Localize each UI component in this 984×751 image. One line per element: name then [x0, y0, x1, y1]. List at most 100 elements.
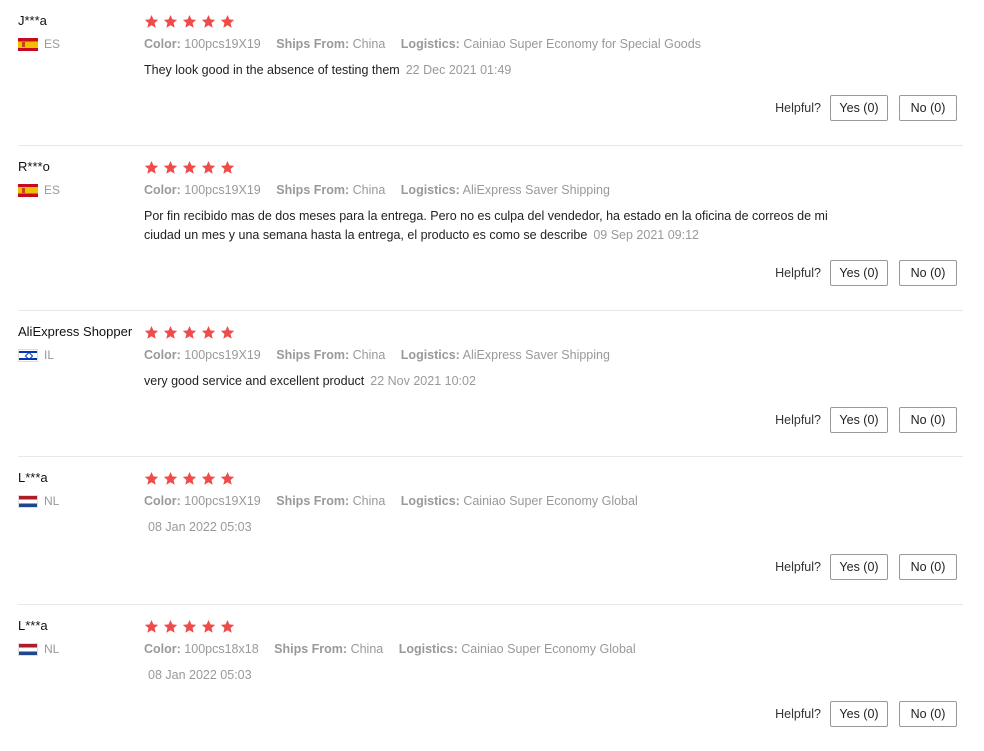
helpful-no-button[interactable]: No (0) [899, 95, 957, 121]
helpful-vote: Helpful? Yes (0) No (0) [775, 554, 957, 580]
review-text: very good service and excellent product 2… [144, 372, 864, 391]
review-text: Por fin recibido mas de dos meses para l… [144, 207, 864, 245]
review-content: Color: 100pcs18x18 Ships From: China Log… [144, 617, 864, 685]
order-info: Color: 100pcs19X19 Ships From: China Log… [144, 347, 864, 363]
helpful-label: Helpful? [775, 101, 821, 115]
star-icon [182, 14, 197, 28]
review-item: L***a NL Color: 100pcs18x18 Ships From: … [18, 605, 963, 751]
review-item: R***o ES Color: 100pcs19X19 Ships From: … [18, 146, 963, 311]
logistics-label: Logistics: [400, 37, 460, 51]
reviewer-name: L***a [18, 618, 48, 633]
review-text: They look good in the absence of testing… [144, 61, 864, 80]
star-icon [163, 160, 178, 174]
order-info: Color: 100pcs19X19 Ships From: China Log… [144, 182, 864, 198]
logistics-label: Logistics: [400, 183, 460, 197]
netherlands-flag-icon [18, 494, 38, 508]
star-icon [201, 325, 216, 339]
star-icon [201, 619, 216, 633]
order-info: Color: 100pcs19X19 Ships From: China Log… [144, 36, 864, 52]
review-date: 22 Nov 2021 10:02 [370, 374, 476, 388]
reviewer-country: ES [18, 37, 143, 51]
reviewer-name: R***o [18, 159, 50, 174]
ships-from-value: China [352, 348, 386, 362]
logistics-value: Cainiao Super Economy for Special Goods [463, 37, 701, 51]
review-content: Color: 100pcs19X19 Ships From: China Log… [144, 323, 864, 391]
logistics-label: Logistics: [400, 348, 460, 362]
star-icon [220, 160, 235, 174]
reviewer-country: NL [18, 642, 143, 656]
order-info: Color: 100pcs19X19 Ships From: China Log… [144, 493, 864, 509]
logistics-label: Logistics: [400, 494, 460, 508]
country-code: IL [44, 348, 55, 362]
country-code: NL [44, 494, 60, 508]
ships-from-label: Ships From: [276, 348, 350, 362]
star-rating [144, 323, 864, 341]
color-label: Color: [144, 348, 181, 362]
logistics-value: AliExpress Saver Shipping [462, 183, 610, 197]
review-content: Color: 100pcs19X19 Ships From: China Log… [144, 469, 864, 537]
helpful-yes-button[interactable]: Yes (0) [830, 260, 888, 286]
star-icon [144, 471, 159, 485]
helpful-vote: Helpful? Yes (0) No (0) [775, 260, 957, 286]
star-icon [144, 160, 159, 174]
reviewer-country: ES [18, 183, 143, 197]
helpful-label: Helpful? [775, 560, 821, 574]
ships-from-label: Ships From: [276, 183, 350, 197]
reviewer-name: L***a [18, 470, 48, 485]
reviewer-name: AliExpress Shopper [18, 324, 133, 339]
review-text: 08 Jan 2022 05:03 [144, 518, 864, 537]
helpful-yes-button[interactable]: Yes (0) [830, 95, 888, 121]
scrollbar[interactable] [964, 0, 984, 751]
helpful-vote: Helpful? Yes (0) No (0) [775, 407, 957, 433]
star-icon [144, 14, 159, 28]
review-list: J***a ES Color: 100pcs19X19 Ships From: … [18, 0, 963, 751]
ships-from-value: China [350, 642, 384, 656]
star-rating [144, 617, 864, 635]
reviewer-country: NL [18, 494, 143, 508]
star-icon [220, 325, 235, 339]
review-text: 08 Jan 2022 05:03 [144, 666, 864, 685]
reviewer-info: L***a NL [18, 469, 143, 508]
reviewer-info: R***o ES [18, 158, 143, 197]
color-label: Color: [144, 494, 181, 508]
star-icon [201, 471, 216, 485]
star-rating [144, 12, 864, 30]
order-info: Color: 100pcs18x18 Ships From: China Log… [144, 641, 864, 657]
star-icon [220, 471, 235, 485]
review-date: 08 Jan 2022 05:03 [148, 668, 252, 682]
ships-from-value: China [352, 183, 386, 197]
spain-flag-icon [18, 37, 38, 51]
israel-flag-icon [18, 348, 38, 362]
star-icon [201, 160, 216, 174]
review-item: AliExpress Shopper IL Color: 100pcs19X19… [18, 311, 963, 457]
color-value: 100pcs19X19 [184, 494, 261, 508]
helpful-yes-button[interactable]: Yes (0) [830, 407, 888, 433]
star-icon [182, 325, 197, 339]
review-body: Por fin recibido mas de dos meses para l… [144, 209, 828, 242]
reviewer-name: J***a [18, 13, 47, 28]
helpful-no-button[interactable]: No (0) [899, 260, 957, 286]
star-icon [163, 14, 178, 28]
color-value: 100pcs19X19 [184, 37, 261, 51]
helpful-label: Helpful? [775, 707, 821, 721]
review-item: L***a NL Color: 100pcs19X19 Ships From: … [18, 457, 963, 605]
helpful-no-button[interactable]: No (0) [899, 407, 957, 433]
ships-from-label: Ships From: [274, 642, 348, 656]
helpful-no-button[interactable]: No (0) [899, 554, 957, 580]
star-icon [182, 619, 197, 633]
star-icon [182, 160, 197, 174]
helpful-label: Helpful? [775, 266, 821, 280]
star-icon [163, 619, 178, 633]
star-icon [220, 14, 235, 28]
review-content: Color: 100pcs19X19 Ships From: China Log… [144, 158, 864, 245]
helpful-label: Helpful? [775, 413, 821, 427]
reviewer-info: AliExpress Shopper IL [18, 323, 143, 362]
ships-from-value: China [352, 37, 386, 51]
ships-from-value: China [352, 494, 386, 508]
star-icon [182, 471, 197, 485]
helpful-yes-button[interactable]: Yes (0) [830, 554, 888, 580]
helpful-no-button[interactable]: No (0) [899, 701, 957, 727]
ships-from-label: Ships From: [276, 494, 350, 508]
helpful-yes-button[interactable]: Yes (0) [830, 701, 888, 727]
star-icon [163, 471, 178, 485]
